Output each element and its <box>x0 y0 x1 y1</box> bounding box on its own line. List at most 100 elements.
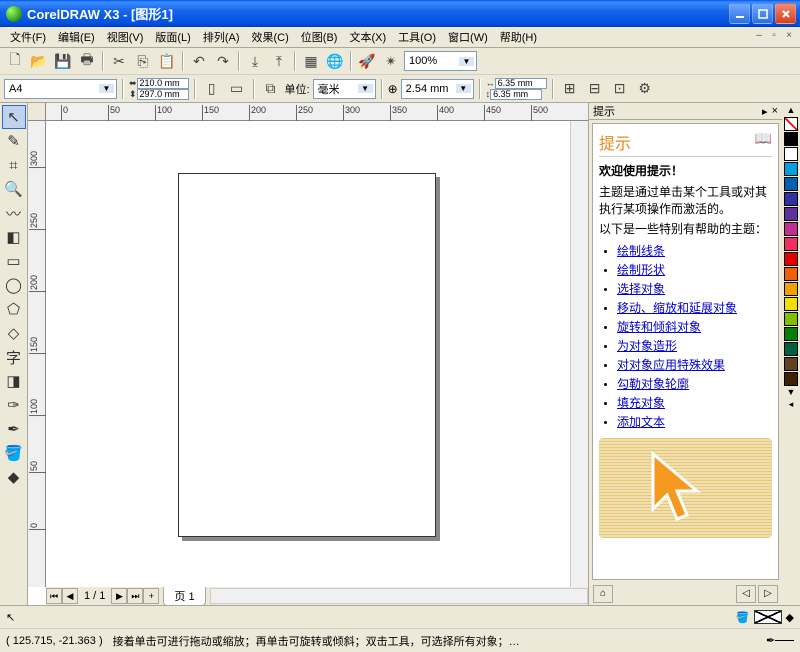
hints-panel-header[interactable]: 提示 ▸ × <box>589 103 782 120</box>
options-button[interactable]: ⚙ <box>634 78 656 100</box>
add-page-button[interactable]: + <box>143 588 159 604</box>
facing-pages-icon[interactable]: ⧉ <box>260 78 282 100</box>
snap-icon-1[interactable]: ⊞ <box>559 78 581 100</box>
paste-button[interactable]: 📋 <box>156 50 178 72</box>
polygon-tool[interactable]: ⬠ <box>2 297 26 321</box>
menu-effects[interactable]: 效果(C) <box>246 27 295 47</box>
units-combo[interactable]: ▼ <box>313 79 376 99</box>
shape-tool[interactable]: ✎ <box>2 129 26 153</box>
color-swatch[interactable] <box>784 327 798 341</box>
hint-link[interactable]: 填充对象 <box>617 396 665 410</box>
palette-down-icon[interactable]: ▼ <box>787 387 796 399</box>
palette-flyout-icon[interactable]: ◂ <box>789 399 794 411</box>
menu-arrange[interactable]: 排列(A) <box>197 27 246 47</box>
import-button[interactable]: ⤓ <box>244 50 266 72</box>
color-swatch[interactable] <box>784 342 798 356</box>
horizontal-scrollbar[interactable] <box>210 588 588 604</box>
mdi-close-icon[interactable]: × <box>782 30 796 44</box>
pick-tool[interactable]: ↖ <box>2 105 26 129</box>
menu-layout[interactable]: 版面(L) <box>149 27 196 47</box>
cut-button[interactable]: ✂ <box>108 50 130 72</box>
palette-up-icon[interactable]: ▲ <box>787 105 796 117</box>
landscape-button[interactable]: ▭ <box>226 78 248 100</box>
hint-link[interactable]: 对对象应用特殊效果 <box>617 358 725 372</box>
redo-button[interactable]: ↷ <box>212 50 234 72</box>
zoom-tool[interactable]: 🔍 <box>2 177 26 201</box>
color-swatch[interactable] <box>784 372 798 386</box>
dup-y-input[interactable] <box>490 89 542 100</box>
print-button[interactable]: 🖶 <box>76 50 98 72</box>
star-icon[interactable]: ✴ <box>380 50 402 72</box>
paper-size-input[interactable] <box>9 83 99 95</box>
copy-button[interactable]: ⎘ <box>132 50 154 72</box>
outline-indicator[interactable]: ✒ <box>766 637 794 645</box>
menu-window[interactable]: 窗口(W) <box>442 27 494 47</box>
fill-none-indicator[interactable] <box>754 610 782 624</box>
basic-shapes-tool[interactable]: ◇ <box>2 321 26 345</box>
zoom-combo[interactable]: ▼ <box>404 51 477 71</box>
prev-page-button[interactable]: ◀ <box>62 588 78 604</box>
chevron-down-icon[interactable]: ▼ <box>358 84 373 93</box>
color-swatch[interactable] <box>784 267 798 281</box>
crop-tool[interactable]: ⌗ <box>2 153 26 177</box>
nudge-combo[interactable]: ▼ <box>401 79 474 99</box>
chevron-down-icon[interactable]: ▼ <box>456 84 471 93</box>
vertical-scrollbar[interactable] <box>570 121 588 587</box>
color-swatch[interactable] <box>784 207 798 221</box>
interactive-blend-tool[interactable]: ◨ <box>2 369 26 393</box>
smart-fill-tool[interactable]: ◧ <box>2 225 26 249</box>
ellipse-tool[interactable]: ◯ <box>2 273 26 297</box>
portrait-button[interactable]: ▯ <box>201 78 223 100</box>
home-button[interactable]: ⌂ <box>593 585 613 603</box>
nudge-input[interactable] <box>406 83 456 95</box>
last-page-button[interactable]: ⏭ <box>127 588 143 604</box>
menu-text[interactable]: 文本(X) <box>343 27 392 47</box>
close-button[interactable] <box>775 3 796 24</box>
menu-view[interactable]: 视图(V) <box>101 27 150 47</box>
back-button[interactable]: ◁ <box>736 585 756 603</box>
export-button[interactable]: ⤒ <box>268 50 290 72</box>
hint-link[interactable]: 移动、缩放和延展对象 <box>617 301 737 315</box>
page-height-input[interactable] <box>137 89 189 100</box>
save-button[interactable]: 💾 <box>52 50 74 72</box>
menu-tools[interactable]: 工具(O) <box>392 27 442 47</box>
hint-link[interactable]: 选择对象 <box>617 282 665 296</box>
app-launcher-button[interactable]: ▦ <box>300 50 322 72</box>
units-input[interactable] <box>318 83 358 95</box>
first-page-button[interactable]: ⏮ <box>46 588 62 604</box>
hint-link[interactable]: 旋转和倾斜对象 <box>617 320 701 334</box>
panel-menu-icon[interactable]: ▸ <box>762 105 768 118</box>
page-tab[interactable]: 页 1 <box>163 587 205 606</box>
menu-file[interactable]: 文件(F) <box>4 27 52 47</box>
hint-link[interactable]: 绘制线条 <box>617 244 665 258</box>
hint-link[interactable]: 为对象造形 <box>617 339 677 353</box>
color-swatch[interactable] <box>784 147 798 161</box>
color-swatch[interactable] <box>784 237 798 251</box>
menu-bitmaps[interactable]: 位图(B) <box>295 27 344 47</box>
book-icon[interactable]: 📖 <box>755 130 772 147</box>
hint-link[interactable]: 添加文本 <box>617 415 665 429</box>
color-swatch[interactable] <box>784 222 798 236</box>
drawing-page[interactable] <box>178 173 436 537</box>
rectangle-tool[interactable]: ▭ <box>2 249 26 273</box>
hint-link[interactable]: 绘制形状 <box>617 263 665 277</box>
corel-online-button[interactable]: 🌐 <box>324 50 346 72</box>
bucket-icon[interactable]: ◆ <box>786 611 794 624</box>
color-swatch[interactable] <box>784 162 798 176</box>
fill-tool[interactable]: 🪣 <box>2 441 26 465</box>
new-button[interactable]: 🗋 <box>4 50 26 72</box>
color-swatch[interactable] <box>784 192 798 206</box>
menu-edit[interactable]: 编辑(E) <box>52 27 101 47</box>
fill-bucket-icon[interactable]: 🪣 <box>736 611 750 624</box>
rocket-icon[interactable]: 🚀 <box>356 50 378 72</box>
vertical-ruler[interactable]: 300 250 200 150 100 50 0 <box>28 121 46 587</box>
ruler-corner[interactable] <box>28 103 46 121</box>
hint-link[interactable]: 勾勒对象轮廓 <box>617 377 689 391</box>
minimize-button[interactable] <box>729 3 750 24</box>
menu-help[interactable]: 帮助(H) <box>494 27 543 47</box>
zoom-dropdown-icon[interactable]: ▼ <box>459 57 474 66</box>
text-tool[interactable]: 字 <box>2 345 26 369</box>
mdi-restore-icon[interactable]: ▫ <box>767 30 781 44</box>
outline-tool[interactable]: ✒ <box>2 417 26 441</box>
chevron-down-icon[interactable]: ▼ <box>99 84 114 93</box>
